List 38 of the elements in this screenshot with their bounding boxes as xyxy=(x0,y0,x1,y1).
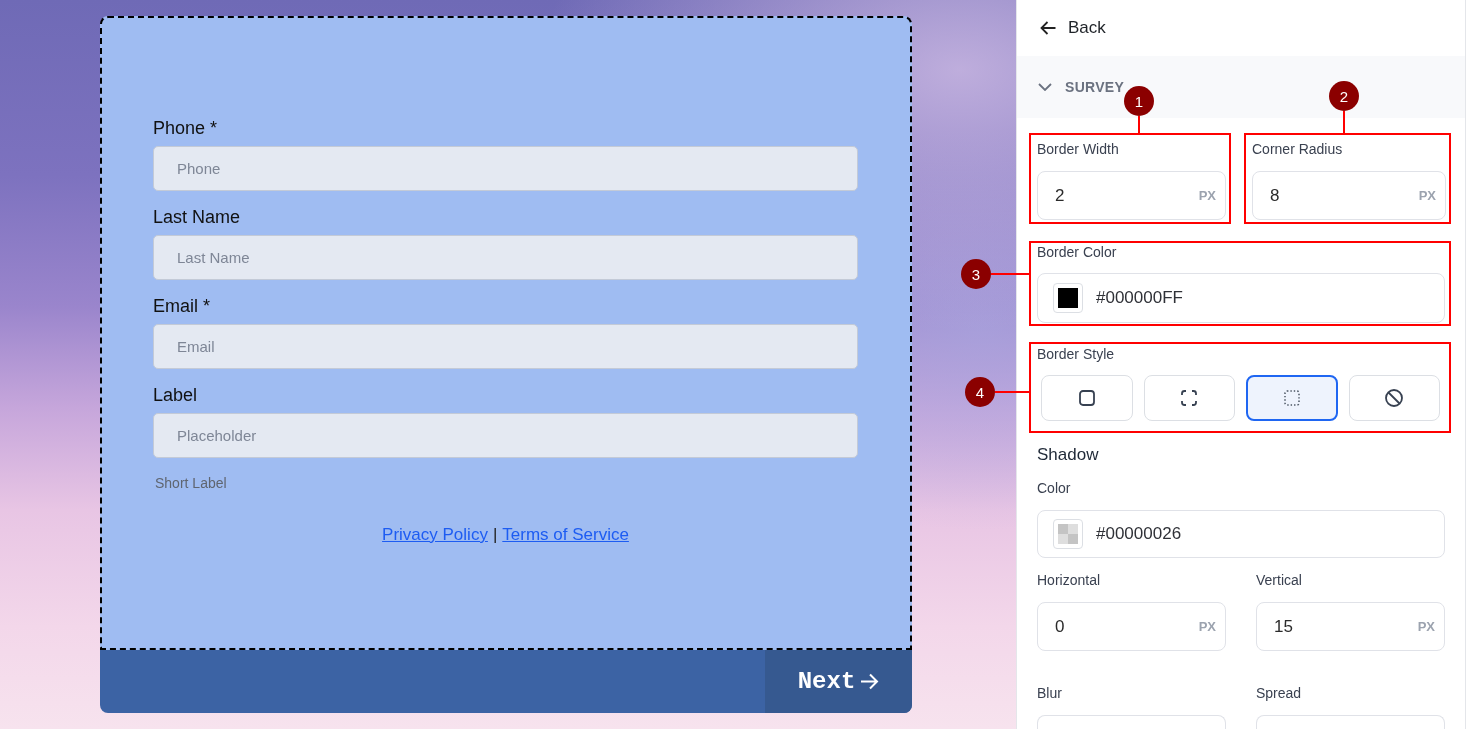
field-label: Corner Radius xyxy=(1252,141,1344,158)
transparent-swatch-icon[interactable] xyxy=(1053,519,1083,549)
section-title: Shadow xyxy=(1037,445,1100,465)
help-text: Short Label xyxy=(155,475,227,492)
arrow-left-icon xyxy=(1040,21,1056,35)
no-sign-icon xyxy=(1384,388,1405,408)
field-label: Horizontal xyxy=(1037,572,1102,589)
dotted-square-icon xyxy=(1282,389,1301,407)
field-label: Last Name xyxy=(153,206,241,228)
number-field[interactable]: 0 PX xyxy=(1037,602,1226,651)
field-label: Phone * xyxy=(153,117,218,139)
link-separator: | xyxy=(492,525,498,545)
field-label: Border Color xyxy=(1037,244,1118,261)
number-field[interactable]: 2 PX xyxy=(1037,171,1226,220)
arrow-right-icon xyxy=(860,673,880,690)
color-swatch-icon[interactable] xyxy=(1053,283,1083,313)
color-field[interactable]: #00000026 xyxy=(1037,510,1445,558)
number-field[interactable] xyxy=(1256,715,1445,729)
text-input-field[interactable]: Phone xyxy=(153,146,858,191)
field-label: Label xyxy=(153,384,198,406)
field-label: Spread xyxy=(1256,685,1303,702)
text-input-field[interactable]: Email xyxy=(153,324,858,369)
next-button[interactable]: Next xyxy=(765,650,912,713)
field-label: Color xyxy=(1037,480,1072,497)
field-label: Border Style xyxy=(1037,346,1116,363)
field-label: Email * xyxy=(153,295,210,317)
text-input-field[interactable]: Placeholder xyxy=(153,413,858,458)
number-field[interactable]: 8 PX xyxy=(1252,171,1446,220)
border-style-option[interactable] xyxy=(1246,375,1338,421)
field-label: Blur xyxy=(1037,685,1063,702)
field-label: Vertical xyxy=(1256,572,1303,589)
color-field[interactable]: #000000FF xyxy=(1037,273,1445,323)
square-icon xyxy=(1077,389,1096,407)
text-input-field[interactable]: Last Name xyxy=(153,235,858,280)
corner-brackets-icon xyxy=(1180,389,1199,407)
number-field[interactable]: 15 PX xyxy=(1256,602,1445,651)
field-label: Border Width xyxy=(1037,141,1120,158)
number-field[interactable] xyxy=(1037,715,1226,729)
